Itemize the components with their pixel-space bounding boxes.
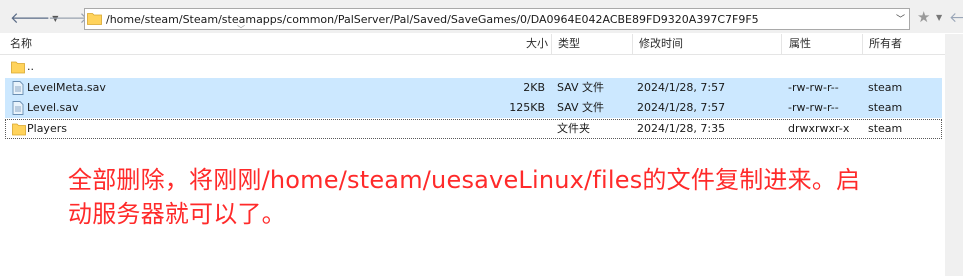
file-type: 文件夹 (557, 122, 590, 135)
file-attributes: -rw-rw-r-- (788, 81, 839, 94)
file-owner: steam (868, 122, 903, 135)
annotation-text: 全部删除，将刚刚/home/steam/uesaveLinux/files的文件… (68, 163, 948, 231)
column-size-label: 大小 (526, 37, 548, 50)
annotation-line-1: 全部删除，将刚刚/home/steam/uesaveLinux/files的文件… (68, 166, 861, 194)
column-owner[interactable]: 所有者 (862, 34, 952, 54)
back-arrow-icon: 🡐 (10, 9, 51, 27)
folder-icon (87, 13, 102, 25)
file-size: 2KB (523, 81, 545, 94)
folder-icon (12, 123, 26, 136)
column-name[interactable]: 名称 (10, 34, 550, 54)
column-attributes[interactable]: 属性 (781, 34, 870, 54)
address-bar[interactable]: /home/steam/Steam/steamapps/common/PalSe… (84, 8, 910, 30)
file-icon (12, 81, 24, 95)
folder-icon (11, 61, 25, 74)
list-item[interactable]: .. (5, 57, 942, 77)
file-attributes: -rw-rw-r-- (788, 101, 839, 114)
chevron-down-icon[interactable]: ﹀ (896, 12, 905, 25)
file-owner: steam (868, 81, 903, 94)
chevron-down-icon[interactable]: ▼ (936, 13, 942, 22)
vertical-scrollbar[interactable] (945, 34, 963, 276)
file-modified: 2024/1/28, 7:35 (637, 122, 726, 135)
file-owner: steam (868, 101, 903, 114)
file-type: SAV 文件 (557, 81, 605, 94)
file-name: Level.sav (27, 101, 79, 114)
file-size: 125KB (509, 101, 545, 114)
file-name: Players (27, 122, 67, 135)
column-modified[interactable]: 修改时间 (632, 34, 786, 54)
column-name-label: 名称 (10, 37, 32, 50)
column-header: 名称 大小 类型 修改时间 属性 所有者 (0, 34, 945, 55)
list-item[interactable]: LevelMeta.sav 2KB SAV 文件 2024/1/28, 7:57… (5, 78, 942, 98)
column-modified-label: 修改时间 (639, 37, 683, 50)
column-size[interactable]: 大小 (510, 34, 548, 54)
column-type[interactable]: 类型 (551, 34, 637, 54)
file-name: .. (27, 60, 34, 73)
star-icon[interactable]: ★ (917, 8, 930, 26)
list-item[interactable]: Level.sav 125KB SAV 文件 2024/1/28, 7:57 -… (5, 98, 942, 118)
file-name: LevelMeta.sav (27, 81, 106, 94)
column-type-label: 类型 (558, 37, 580, 50)
back-arrow-icon[interactable]: 🡐 (949, 9, 963, 26)
toolbar: 🡐 ▼ 🡒 ▼ /home/steam/Steam/steamapps/comm… (0, 0, 963, 33)
file-modified: 2024/1/28, 7:57 (637, 101, 726, 114)
column-attributes-label: 属性 (789, 37, 811, 50)
file-attributes: drwxrwxr-x (788, 122, 850, 135)
annotation-line-2: 动服务器就可以了。 (68, 200, 286, 228)
list-item[interactable]: Players 文件夹 2024/1/28, 7:35 drwxrwxr-x s… (5, 119, 942, 139)
sort-chevron-icon: ﹀ (237, 25, 245, 34)
forward-arrow-icon: 🡒 (48, 9, 89, 27)
column-owner-label: 所有者 (869, 37, 902, 50)
file-type: SAV 文件 (557, 101, 605, 114)
file-modified: 2024/1/28, 7:57 (637, 81, 726, 94)
address-path: /home/steam/Steam/steamapps/common/PalSe… (106, 13, 759, 26)
file-icon (12, 101, 24, 115)
